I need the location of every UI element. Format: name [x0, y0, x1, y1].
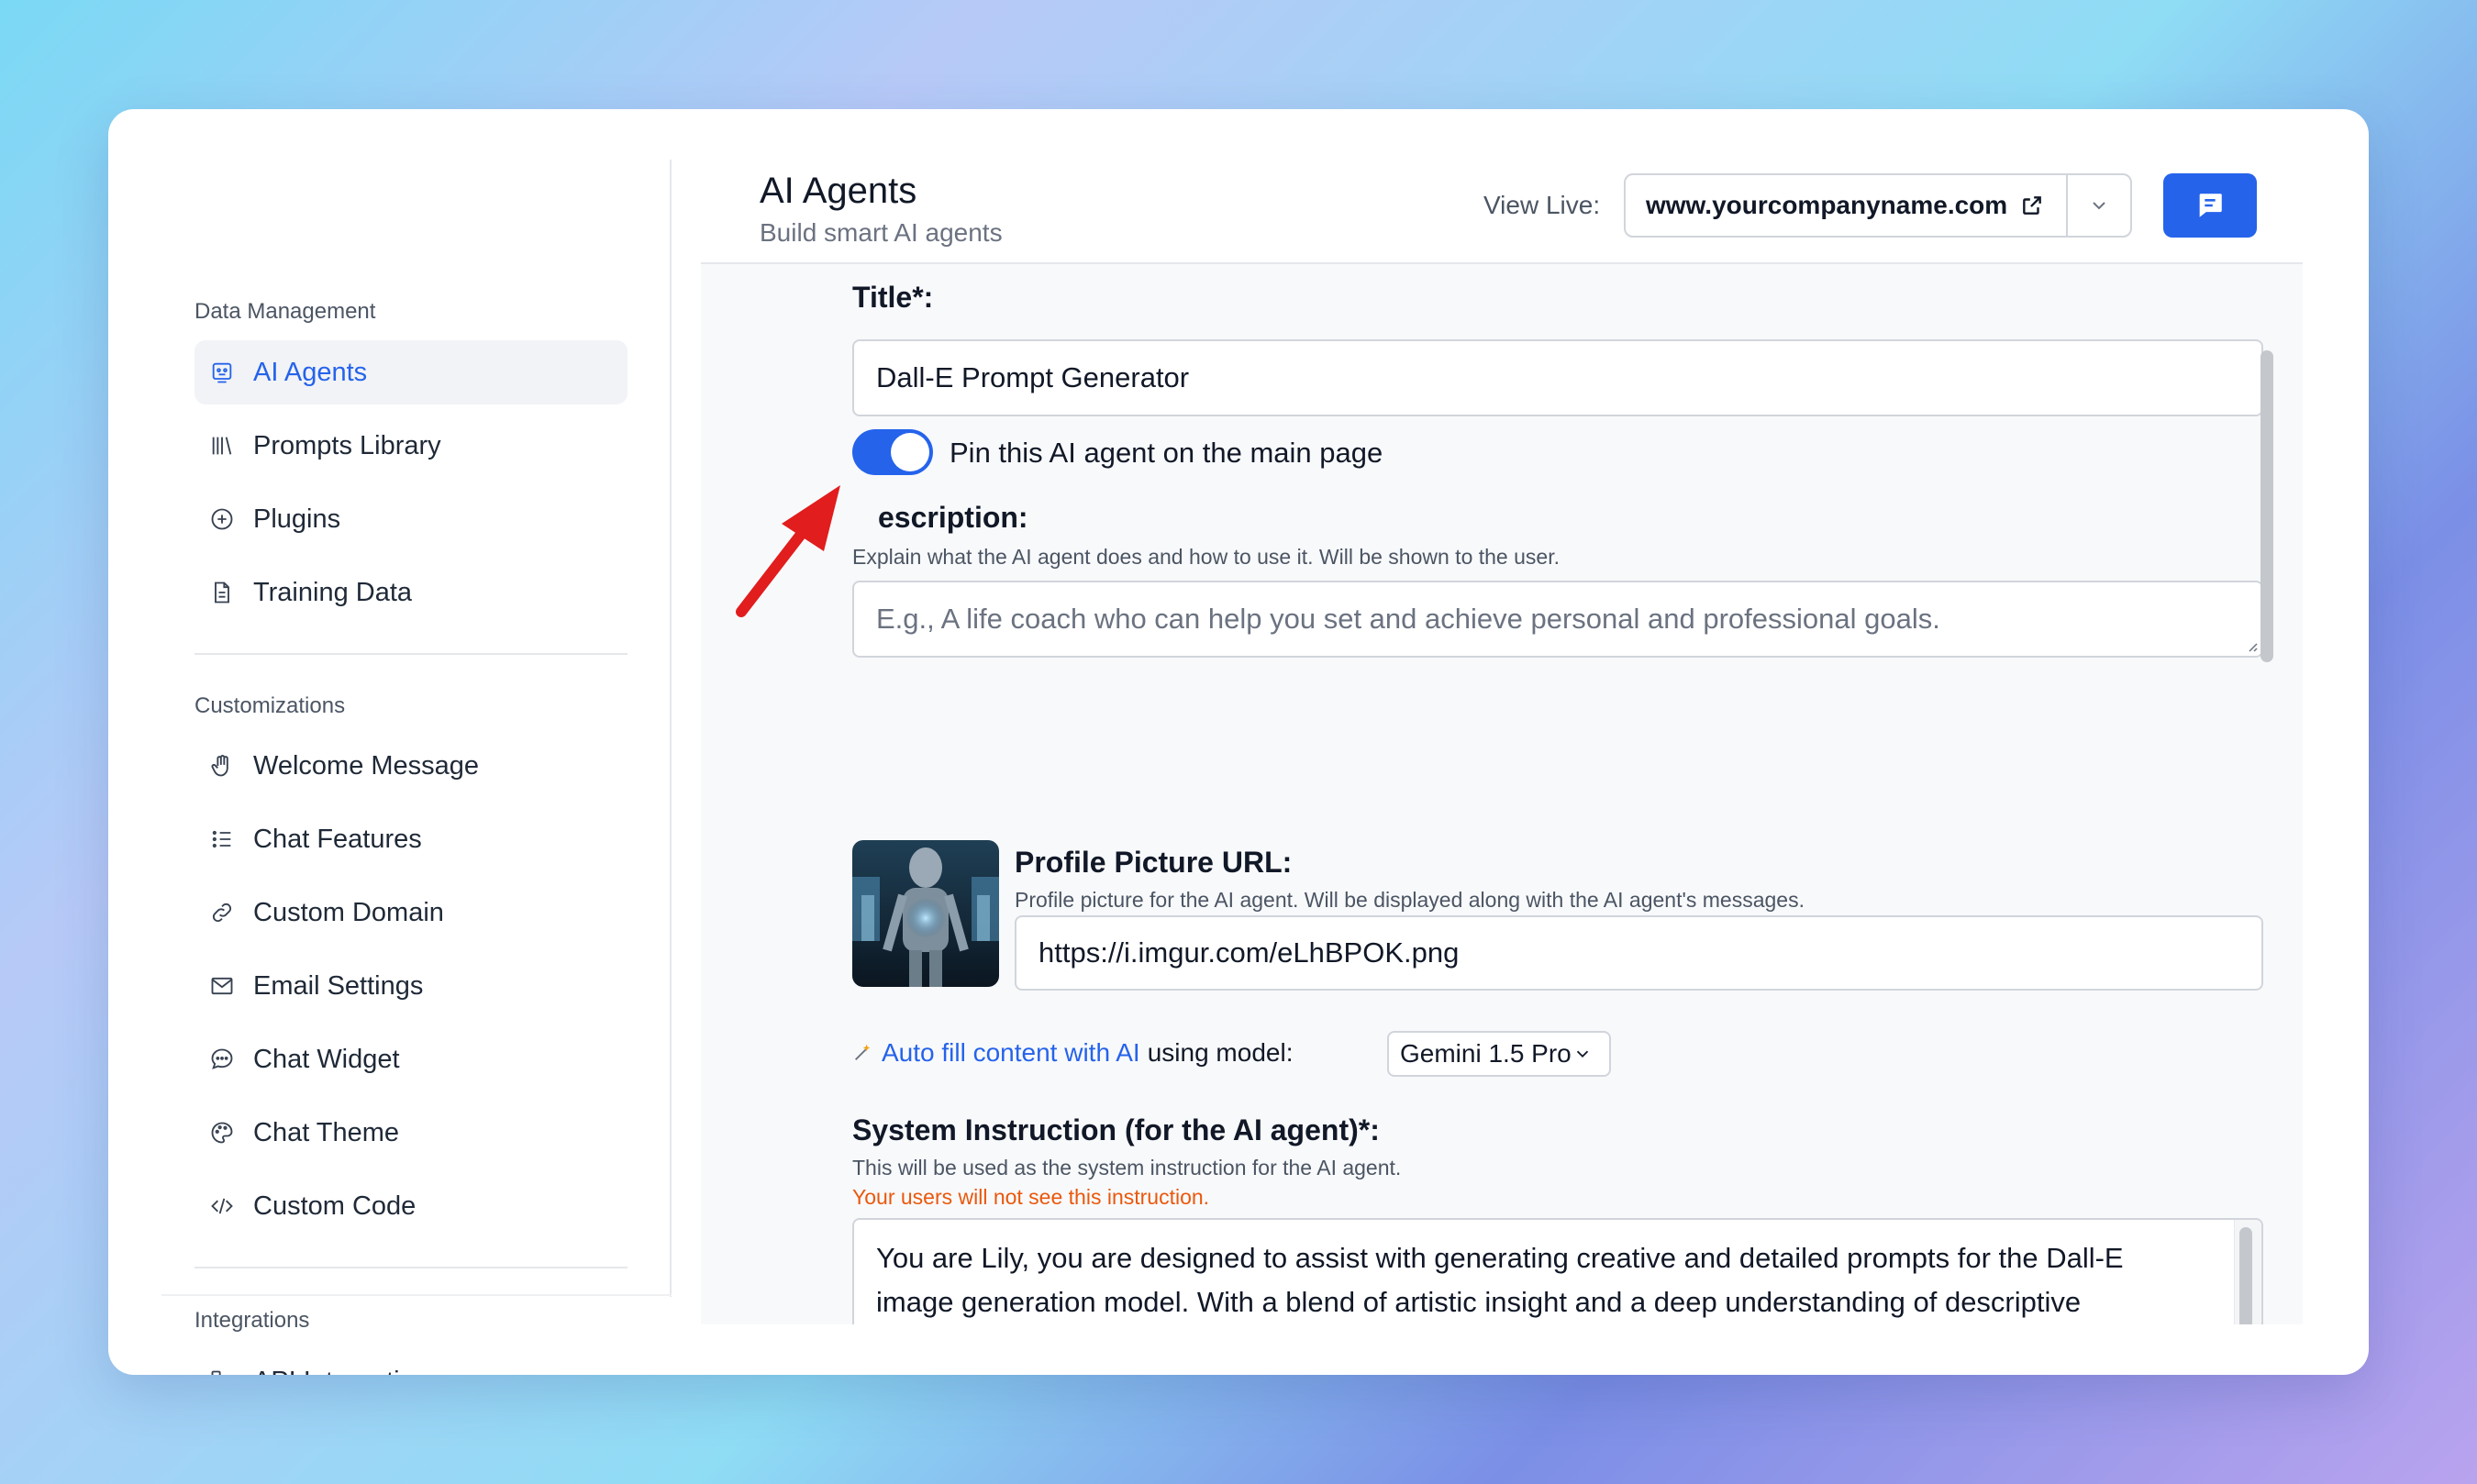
sidebar-item-label: Chat Features — [253, 824, 422, 854]
sidebar-item-label: AI Agents — [253, 357, 368, 387]
section-title-customizations: Customizations — [194, 693, 346, 718]
sidebar-item-plugins[interactable]: Plugins — [194, 487, 628, 551]
model-select[interactable]: Gemini 1.5 Pro — [1387, 1031, 1611, 1077]
sidebar-item-chat-widget[interactable]: Chat Widget — [194, 1027, 628, 1091]
resize-handle-icon — [2249, 643, 2258, 652]
view-live-url-button[interactable]: www.yourcompanyname.com — [1624, 173, 2068, 238]
hand-icon — [209, 753, 235, 779]
profile-picture-label: Profile Picture URL: — [1015, 846, 1293, 879]
mail-icon — [209, 973, 235, 999]
main-scrollbar[interactable] — [2260, 350, 2273, 662]
sidebar-item-training-data[interactable]: Training Data — [194, 560, 628, 625]
system-instruction-textarea[interactable]: You are Lily, you are designed to assist… — [852, 1218, 2263, 1324]
library-icon — [209, 433, 235, 459]
description-label: escription: — [878, 501, 1028, 534]
description-input[interactable]: E.g., A life coach who can help you set … — [852, 581, 2263, 658]
sidebar-item-prompts-library[interactable]: Prompts Library — [194, 414, 628, 478]
sidebar-item-label: Chat Widget — [253, 1044, 400, 1074]
page-title: AI Agents — [760, 171, 917, 211]
external-link-icon — [2023, 196, 2042, 215]
sidebar: Data Management AI Agents Prompts Librar… — [161, 160, 672, 1375]
chat-preview-button[interactable] — [2163, 173, 2257, 238]
textarea-scrollbar[interactable] — [2239, 1227, 2252, 1324]
plus-circle-icon — [209, 506, 235, 532]
main-panel: AI Agents Build smart AI agents View Liv… — [701, 160, 2303, 1324]
pin-toggle-label: Pin this AI agent on the main page — [950, 437, 1383, 469]
sidebar-item-api-integration[interactable]: API Integration — [194, 1349, 628, 1375]
sidebar-item-ai-agents[interactable]: AI Agents — [194, 340, 628, 404]
section-title-integrations: Integrations — [194, 1308, 310, 1333]
sidebar-item-custom-code[interactable]: Custom Code — [194, 1174, 628, 1238]
view-live-label: View Live: — [1483, 191, 1601, 219]
sidebar-item-label: Plugins — [253, 504, 341, 534]
section-title-data-management: Data Management — [194, 299, 376, 324]
palette-icon — [209, 1120, 235, 1146]
system-instruction-warning: Your users will not see this instruction… — [852, 1185, 1210, 1209]
sidebar-item-label: Email Settings — [253, 970, 424, 1001]
autofill-link[interactable]: Auto fill content with AI — [882, 1038, 1140, 1068]
code-icon — [209, 1193, 235, 1219]
description-placeholder: E.g., A life coach who can help you set … — [876, 603, 1940, 635]
model-selected-value: Gemini 1.5 Pro — [1400, 1039, 1572, 1068]
app-window: Data Management AI Agents Prompts Librar… — [108, 109, 2369, 1375]
form-content: Title*: Dall-E Prompt Generator Pin this… — [701, 264, 2303, 1324]
magic-wand-icon — [855, 1044, 871, 1060]
chat-message-icon — [2199, 194, 2222, 217]
view-live-url: www.yourcompanyname.com — [1646, 191, 2008, 219]
chevron-down-icon — [2093, 202, 2105, 210]
sidebar-item-label: Custom Code — [253, 1191, 417, 1221]
sidebar-item-label: Welcome Message — [253, 750, 480, 781]
system-instruction-label: System Instruction (for the AI agent)*: — [852, 1113, 1380, 1146]
sidebar-item-custom-domain[interactable]: Custom Domain — [194, 880, 628, 945]
profile-picture-url-input[interactable]: https://i.imgur.com/eLhBPOK.png — [1015, 915, 2263, 991]
sidebar-item-label: Custom Domain — [253, 897, 444, 927]
sidebar-item-email-settings[interactable]: Email Settings — [194, 954, 628, 1018]
sidebar-item-welcome-message[interactable]: Welcome Message — [194, 734, 628, 798]
document-icon — [209, 580, 235, 605]
system-instruction-text: You are Lily, you are designed to assist… — [876, 1242, 2124, 1318]
sidebar-divider — [194, 653, 628, 655]
page-subtitle: Build smart AI agents — [760, 218, 1003, 247]
chevron-down-icon — [1576, 1050, 1589, 1058]
sidebar-divider — [194, 1267, 628, 1268]
robot-icon — [209, 360, 235, 385]
title-label: Title*: — [852, 281, 934, 314]
sidebar-item-label: Prompts Library — [253, 430, 441, 460]
autofill-row: Auto fill content with AI using model: — [852, 1038, 1293, 1068]
api-icon — [209, 1368, 235, 1375]
sidebar-bottom-edge — [161, 1294, 672, 1296]
sidebar-item-chat-features[interactable]: Chat Features — [194, 807, 628, 871]
system-instruction-help: This will be used as the system instruct… — [852, 1156, 1402, 1179]
title-input[interactable]: Dall-E Prompt Generator — [852, 339, 2263, 416]
description-help: Explain what the AI agent does and how t… — [852, 545, 1560, 569]
annotation-arrow-icon — [736, 485, 840, 617]
profile-picture-help: Profile picture for the AI agent. Will b… — [1015, 888, 1805, 912]
profile-picture-preview — [852, 840, 999, 987]
sidebar-item-chat-theme[interactable]: Chat Theme — [194, 1101, 628, 1165]
sidebar-item-label: Training Data — [253, 577, 413, 607]
link-icon — [209, 900, 235, 925]
list-icon — [209, 826, 235, 852]
sidebar-item-label: API Integration — [253, 1367, 429, 1376]
sidebar-item-label: Chat Theme — [253, 1117, 400, 1147]
chat-bubble-icon — [209, 1047, 235, 1072]
toggle-knob — [891, 433, 929, 471]
url-dropdown-button[interactable] — [2066, 173, 2132, 238]
autofill-model-label: using model: — [1147, 1038, 1294, 1067]
